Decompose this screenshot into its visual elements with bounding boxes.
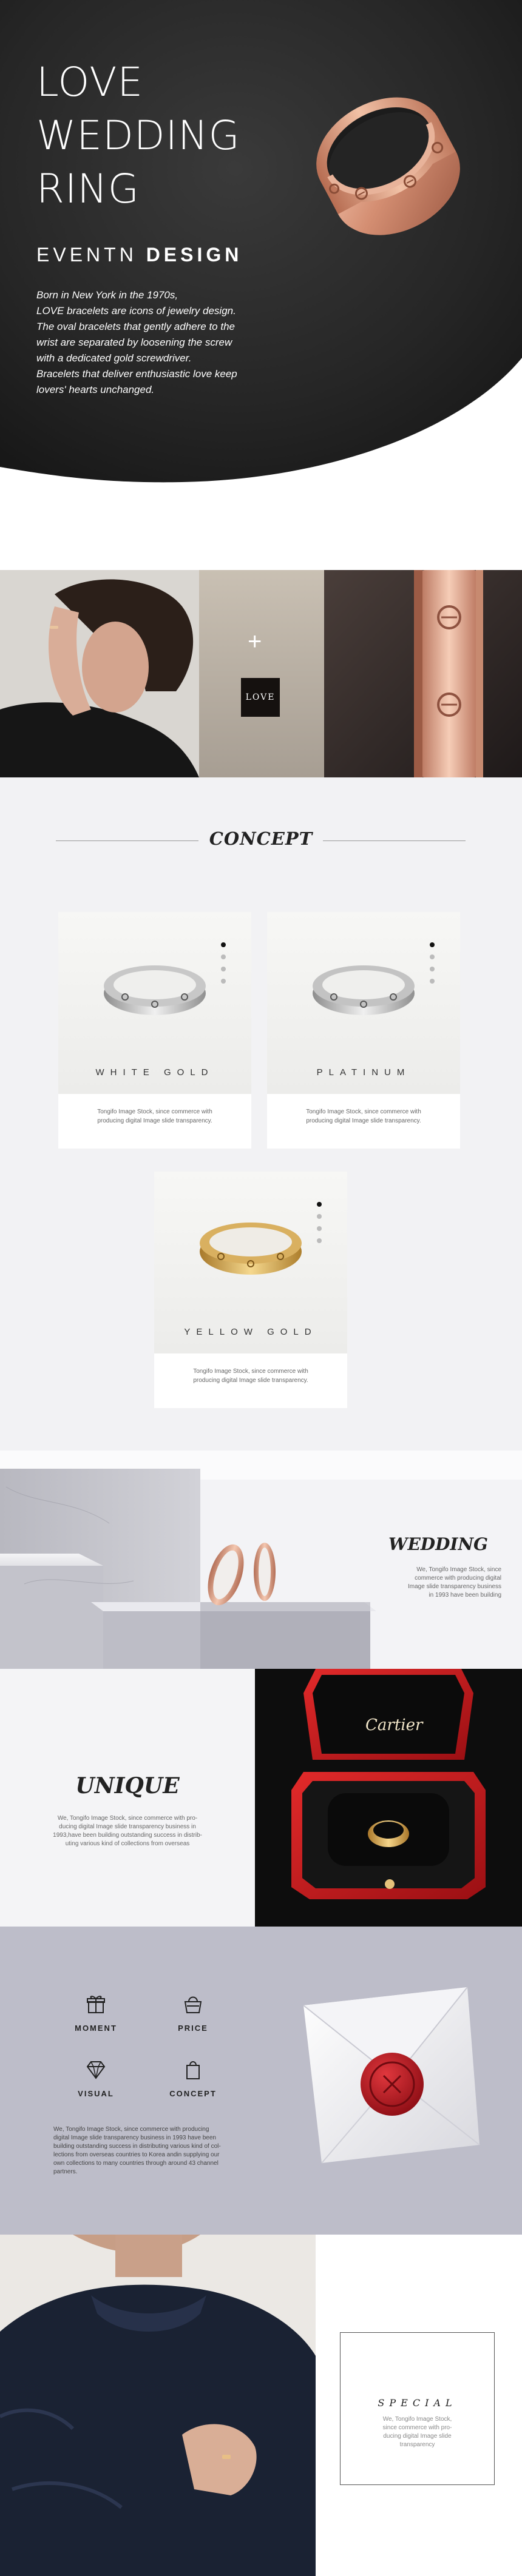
wedding-text-line: in 1993 have been building: [429, 1592, 501, 1598]
features-text-line: lections from overseas countries to Kore…: [53, 2152, 220, 2158]
unique-text-line: 1993,have been building outstanding succ…: [53, 1832, 202, 1839]
hero-subtitle-light: EVENTN: [36, 244, 137, 266]
card-text-line: Tongifo Image Stock, since commerce with: [306, 1109, 421, 1115]
features-text-line: We, Tongifo Image Stock, since commerce …: [53, 2126, 209, 2133]
feature-label: VISUAL: [78, 2089, 114, 2098]
divider-line: [323, 840, 466, 841]
woman-photo: [0, 570, 199, 777]
plus-sign: +: [248, 628, 262, 655]
marble-pedestal-photo: [0, 1451, 522, 1669]
special-text-line: We, Tongifo Image Stock,: [382, 2416, 452, 2423]
wedding-section: WEDDING We, Tongifo Image Stock, since c…: [0, 1451, 522, 1669]
card-label: PLATINUM: [316, 1067, 411, 1078]
yellow-gold-ring: [200, 1223, 302, 1275]
hero-description-line: wrist are separated by loosening the scr…: [36, 337, 232, 348]
feature-moment[interactable]: MOMENT: [47, 1993, 144, 2033]
card-text-line: producing digital Image slide transparen…: [97, 1118, 212, 1124]
wedding-text-line: Image slide transparency business: [408, 1583, 501, 1590]
card-text-line: producing digital Image slide transparen…: [193, 1377, 308, 1384]
special-section: SPECIAL We, Tongifo Image Stock, since c…: [0, 2235, 522, 2576]
card-photo: [154, 1172, 347, 1353]
yellow-gold-card[interactable]: YELLOW GOLD Tongifo Image Stock, since c…: [154, 1172, 347, 1408]
white-gold-card[interactable]: WHITE GOLD Tongifo Image Stock, since co…: [58, 912, 251, 1149]
features-section: MOMENT PRICE VISUAL CONCEPT We, Tongifo …: [0, 1927, 522, 2235]
wedding-text-line: We, Tongifo Image Stock, since: [416, 1566, 501, 1573]
card-text: Tongifo Image Stock, since commerce with…: [154, 1367, 347, 1385]
carousel-dots[interactable]: [221, 942, 226, 991]
special-text-line: transparency: [399, 2441, 435, 2448]
features-text: We, Tongifo Image Stock, since commerce …: [53, 2125, 260, 2176]
features-text-line: partners.: [53, 2168, 78, 2175]
features-text-line: building outstanding success in distribu…: [53, 2143, 221, 2150]
wedding-text: We, Tongifo Image Stock, since commerce …: [398, 1566, 501, 1600]
hero-subtitle: EVENTN DESIGN: [36, 244, 242, 266]
hero-section: LOVE WEDDING RING EVENTN DESIGN Born in …: [0, 0, 522, 570]
hero-title-line: LOVE: [36, 59, 144, 106]
hero-description-line: The oval bracelets that gently adhere to…: [36, 321, 235, 332]
hero-description-line: Born in New York in the 1970s,: [36, 289, 178, 301]
unique-text-line: uting various kind of collections from o…: [65, 1840, 190, 1847]
card-text-line: Tongifo Image Stock, since commerce with: [97, 1109, 212, 1115]
special-text-line: since commerce with pro-: [382, 2424, 452, 2431]
unique-title: UNIQUE: [75, 1773, 180, 1799]
card-text: Tongifo Image Stock, since commerce with…: [58, 1107, 251, 1125]
concept-title: CONCEPT: [209, 828, 313, 849]
special-box: SPECIAL We, Tongifo Image Stock, since c…: [340, 2332, 495, 2485]
gift-icon: [87, 1996, 105, 2013]
feature-label: MOMENT: [75, 2024, 117, 2033]
platinum-card[interactable]: PLATINUM Tongifo Image Stock, since comm…: [267, 912, 460, 1149]
feature-label: CONCEPT: [169, 2089, 217, 2098]
special-text-line: ducing digital Image slide: [383, 2433, 452, 2440]
card-text-line: Tongifo Image Stock, since commerce with: [193, 1368, 308, 1375]
card-text: Tongifo Image Stock, since commerce with…: [267, 1107, 460, 1125]
card-text-line: producing digital Image slide transparen…: [306, 1118, 421, 1124]
ring-closeup-photo: [324, 570, 522, 777]
features-text-line: digital Image slide transparency busines…: [53, 2135, 216, 2141]
hero-title-line: WEDDING: [36, 112, 240, 159]
concept-section: CONCEPT WHITE GOLD Tongifo Image Stock, …: [0, 777, 522, 1451]
card-photo: [58, 912, 251, 1094]
features-text-line: own collections to many countries throug…: [53, 2160, 219, 2167]
hero-title-line: RING: [36, 166, 140, 212]
unique-text: We, Tongifo Image Stock, since commerce …: [0, 1814, 255, 1848]
unique-section: UNIQUE We, Tongifo Image Stock, since co…: [0, 1669, 522, 1927]
photo-strip-images: [0, 570, 522, 777]
special-title: SPECIAL: [378, 2397, 457, 2409]
unique-text-line: We, Tongifo Image Stock, since commerce …: [57, 1815, 198, 1822]
unique-text-line: ducing digital Image slide transparency …: [59, 1823, 196, 1830]
hero-description-line: with a dedicated gold screwdriver.: [36, 352, 192, 364]
man-with-ring-photo: [0, 2235, 316, 2576]
special-text: We, Tongifo Image Stock, since commerce …: [341, 2415, 494, 2449]
hero-title: LOVE WEDDING RING: [36, 56, 240, 216]
hero-subtitle-bold: DESIGN: [146, 244, 243, 266]
hero-description-line: Bracelets that deliver enthusiastic love…: [36, 368, 237, 380]
cartier-box-photo: [255, 1669, 522, 1927]
handbag-icon: [184, 1996, 202, 2013]
feature-concept[interactable]: CONCEPT: [144, 2059, 242, 2098]
shopping-bag-icon: [186, 2061, 200, 2079]
carousel-dots[interactable]: [430, 942, 435, 991]
feature-visual[interactable]: VISUAL: [47, 2059, 144, 2098]
landing-page: LOVE WEDDING RING EVENTN DESIGN Born in …: [0, 0, 522, 2576]
wax-sealed-package-photo: [303, 1987, 480, 2164]
love-badge: LOVE: [241, 678, 280, 717]
carousel-dots[interactable]: [317, 1202, 322, 1250]
feature-label: PRICE: [178, 2024, 208, 2033]
hero-description: Born in New York in the 1970s, LOVE brac…: [36, 287, 291, 398]
card-label: WHITE GOLD: [95, 1067, 214, 1078]
wedding-title: WEDDING: [388, 1534, 488, 1554]
white-gold-ring: [104, 965, 206, 1015]
hero-description-line: lovers' hearts unchanged.: [36, 384, 155, 395]
beige-panel: [199, 570, 324, 777]
hero-description-line: LOVE bracelets are icons of jewelry desi…: [36, 305, 236, 317]
card-label: YELLOW GOLD: [184, 1327, 317, 1337]
card-photo: [267, 912, 460, 1094]
platinum-ring: [313, 965, 415, 1015]
wedding-text-line: commerce with producing digital: [415, 1575, 501, 1581]
photo-strip-section: + LOVE: [0, 570, 522, 777]
cartier-brand: Cartier: [365, 1716, 423, 1734]
diamond-icon: [86, 2061, 106, 2079]
feature-price[interactable]: PRICE: [144, 1993, 242, 2033]
